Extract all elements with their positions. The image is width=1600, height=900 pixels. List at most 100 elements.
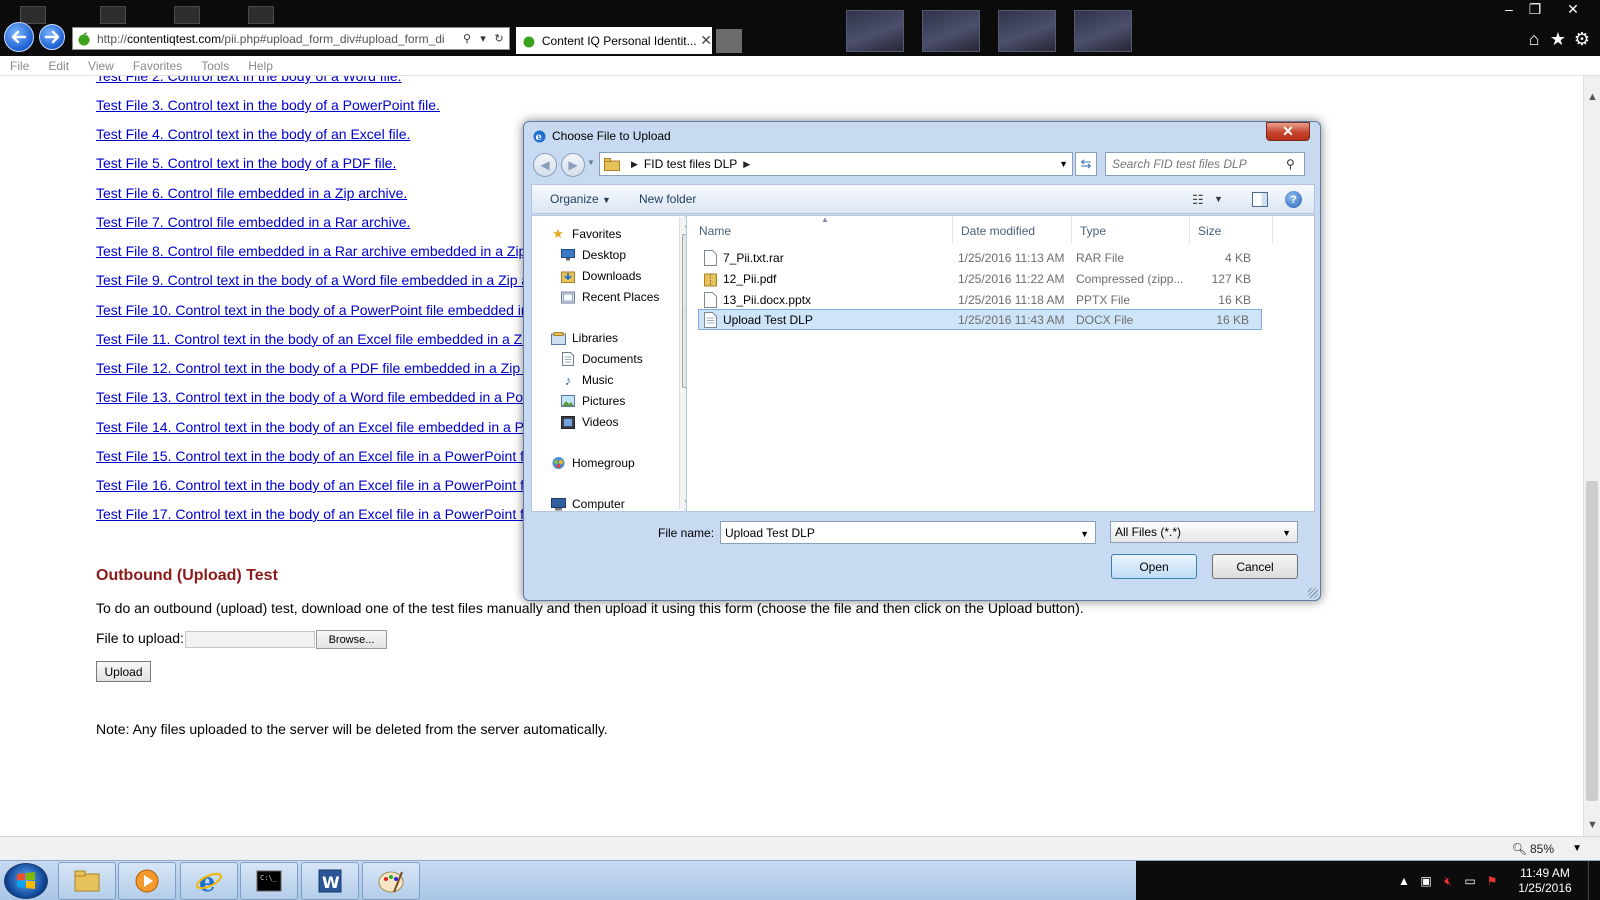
file-row[interactable]: 7_Pii.txt.rar 1/25/2016 11:13 AM RAR Fil…: [699, 247, 1263, 268]
test-file-link[interactable]: Test File 16. Control text in the body o…: [96, 477, 530, 493]
show-hidden-icons[interactable]: ▲: [1396, 873, 1412, 889]
refresh-icon[interactable]: ⇆: [1075, 152, 1097, 176]
test-file-link[interactable]: Test File 7. Control file embedded in a …: [96, 214, 410, 230]
cmd-taskbar-button[interactable]: C:\_: [240, 862, 298, 900]
nav-computer[interactable]: Computer: [550, 496, 625, 512]
test-file-link[interactable]: Test File 15. Control text in the body o…: [96, 448, 530, 464]
test-file-link[interactable]: Test File 9. Control text in the body of…: [96, 272, 529, 288]
open-button[interactable]: Open: [1111, 554, 1197, 579]
nav-documents[interactable]: Documents: [560, 351, 643, 367]
file-row[interactable]: 13_Pii.docx.pptx 1/25/2016 11:18 AM PPTX…: [699, 289, 1263, 310]
test-file-link[interactable]: Test File 8. Control file embedded in a …: [96, 243, 526, 259]
forward-button[interactable]: [39, 24, 65, 50]
nav-favorites[interactable]: ★ Favorites: [550, 226, 621, 242]
resize-grip[interactable]: [1308, 588, 1318, 598]
test-file-link[interactable]: Test File 2. Control text in the body of…: [96, 76, 402, 84]
filename-combobox[interactable]: ▼: [720, 521, 1096, 544]
breadcrumb-arrow-icon[interactable]: ▶: [631, 159, 638, 170]
dialog-search-input[interactable]: [1112, 157, 1282, 171]
upload-button[interactable]: Upload: [96, 661, 151, 682]
test-file-link[interactable]: Test File 4. Control text in the body of…: [96, 126, 410, 142]
filename-field[interactable]: [725, 525, 1065, 540]
breadcrumb-arrow-icon[interactable]: ▶: [743, 159, 750, 170]
search-icon[interactable]: ⚲: [1286, 157, 1295, 171]
ie-taskbar-button[interactable]: e: [180, 862, 238, 900]
search-icon[interactable]: ⚲: [459, 31, 475, 47]
test-file-link[interactable]: Test File 12. Control text in the body o…: [96, 360, 532, 376]
paint-taskbar-button[interactable]: [362, 862, 420, 900]
new-folder-button[interactable]: New folder: [639, 192, 696, 206]
nav-desktop[interactable]: Desktop: [560, 247, 626, 263]
nav-pictures[interactable]: Pictures: [560, 393, 625, 409]
test-file-link[interactable]: Test File 13. Control text in the body o…: [96, 389, 533, 405]
file-row[interactable]: 12_Pii.pdf 1/25/2016 11:22 AM Compressed…: [699, 268, 1263, 289]
network-tray-icon[interactable]: ▣: [1418, 873, 1434, 889]
volume-muted-icon[interactable]: 🔇︎: [1440, 873, 1456, 889]
scrollbar-thumb[interactable]: [1586, 481, 1598, 801]
menu-edit[interactable]: Edit: [48, 59, 69, 73]
new-tab-button[interactable]: [716, 29, 742, 53]
view-dropdown-icon[interactable]: ▼: [1214, 194, 1223, 204]
start-button[interactable]: [4, 863, 48, 899]
system-clock[interactable]: 11:49 AM 1/25/2016: [1512, 866, 1578, 896]
nav-libraries[interactable]: Libraries: [550, 330, 618, 346]
close-window-icon[interactable]: ✕: [1560, 0, 1586, 18]
test-file-link[interactable]: Test File 6. Control file embedded in a …: [96, 185, 407, 201]
column-divider[interactable]: [1272, 216, 1273, 244]
address-url[interactable]: http://contentiqtest.com/pii.php#upload_…: [97, 32, 459, 46]
cancel-button[interactable]: Cancel: [1212, 554, 1298, 579]
zoom-dropdown-icon[interactable]: ▼: [1572, 843, 1582, 854]
refresh-icon[interactable]: ↻: [491, 31, 507, 47]
dialog-path-bar[interactable]: ▶ FID test files DLP ▶ ▼: [599, 152, 1073, 176]
menu-help[interactable]: Help: [248, 59, 273, 73]
column-header-size[interactable]: Size: [1198, 224, 1221, 238]
menu-favorites[interactable]: Favorites: [133, 59, 182, 73]
column-header-date[interactable]: Date modified: [961, 224, 1035, 238]
test-file-link[interactable]: Test File 3. Control text in the body of…: [96, 97, 440, 113]
menu-view[interactable]: View: [88, 59, 114, 73]
page-scrollbar[interactable]: ▲ ▼: [1583, 76, 1600, 836]
menu-tools[interactable]: Tools: [201, 59, 229, 73]
back-button[interactable]: [4, 22, 34, 52]
dialog-back-button[interactable]: ◀: [533, 153, 557, 177]
test-file-link[interactable]: Test File 14. Control text in the body o…: [96, 419, 532, 435]
nav-downloads[interactable]: Downloads: [560, 268, 641, 284]
gear-icon[interactable]: ⚙: [1572, 29, 1592, 49]
change-view-icon[interactable]: ☷: [1192, 192, 1204, 208]
column-divider[interactable]: [952, 216, 953, 244]
preview-pane-icon[interactable]: [1252, 192, 1268, 207]
window-thumbnail[interactable]: [1074, 10, 1132, 52]
column-header-name[interactable]: Name: [699, 224, 731, 238]
scroll-down-icon[interactable]: ▼: [1584, 816, 1600, 833]
close-tab-icon[interactable]: ✕: [700, 32, 712, 49]
test-file-link[interactable]: Test File 11. Control text in the body o…: [96, 331, 533, 347]
restore-icon[interactable]: ❐: [1522, 0, 1548, 18]
nav-homegroup[interactable]: Homegroup: [550, 455, 635, 471]
address-dropdown-icon[interactable]: ▾: [475, 31, 491, 47]
window-thumbnail[interactable]: [922, 10, 980, 52]
word-taskbar-button[interactable]: W: [301, 862, 359, 900]
column-divider[interactable]: [1071, 216, 1072, 244]
organize-button[interactable]: Organize ▼: [550, 192, 611, 206]
media-player-taskbar-button[interactable]: [118, 862, 176, 900]
help-icon[interactable]: ?: [1285, 191, 1302, 208]
column-divider[interactable]: [1189, 216, 1190, 244]
window-thumbnail[interactable]: [846, 10, 904, 52]
test-file-link[interactable]: Test File 5. Control text in the body of…: [96, 155, 396, 171]
recent-locations-dropdown-icon[interactable]: ▼: [587, 158, 595, 167]
scroll-up-icon[interactable]: ▲: [1584, 88, 1600, 105]
home-icon[interactable]: ⌂: [1524, 29, 1544, 49]
test-file-link[interactable]: Test File 17. Control text in the body o…: [96, 506, 530, 522]
window-thumbnail[interactable]: [998, 10, 1056, 52]
minimize-icon[interactable]: –: [1496, 0, 1522, 18]
dialog-search-box[interactable]: ⚲: [1105, 152, 1305, 176]
browse-button[interactable]: Browse...: [316, 630, 387, 649]
breadcrumb-folder[interactable]: FID test files DLP: [644, 157, 737, 171]
test-file-link[interactable]: Test File 10. Control text in the body o…: [96, 302, 529, 318]
nav-videos[interactable]: Videos: [560, 414, 618, 430]
favorites-star-icon[interactable]: ★: [1548, 29, 1568, 49]
menu-file[interactable]: File: [10, 59, 29, 73]
browser-tab-active[interactable]: Content IQ Personal Identit... ✕: [516, 27, 712, 54]
file-path-field[interactable]: [185, 631, 315, 648]
nav-recent-places[interactable]: Recent Places: [560, 289, 659, 305]
